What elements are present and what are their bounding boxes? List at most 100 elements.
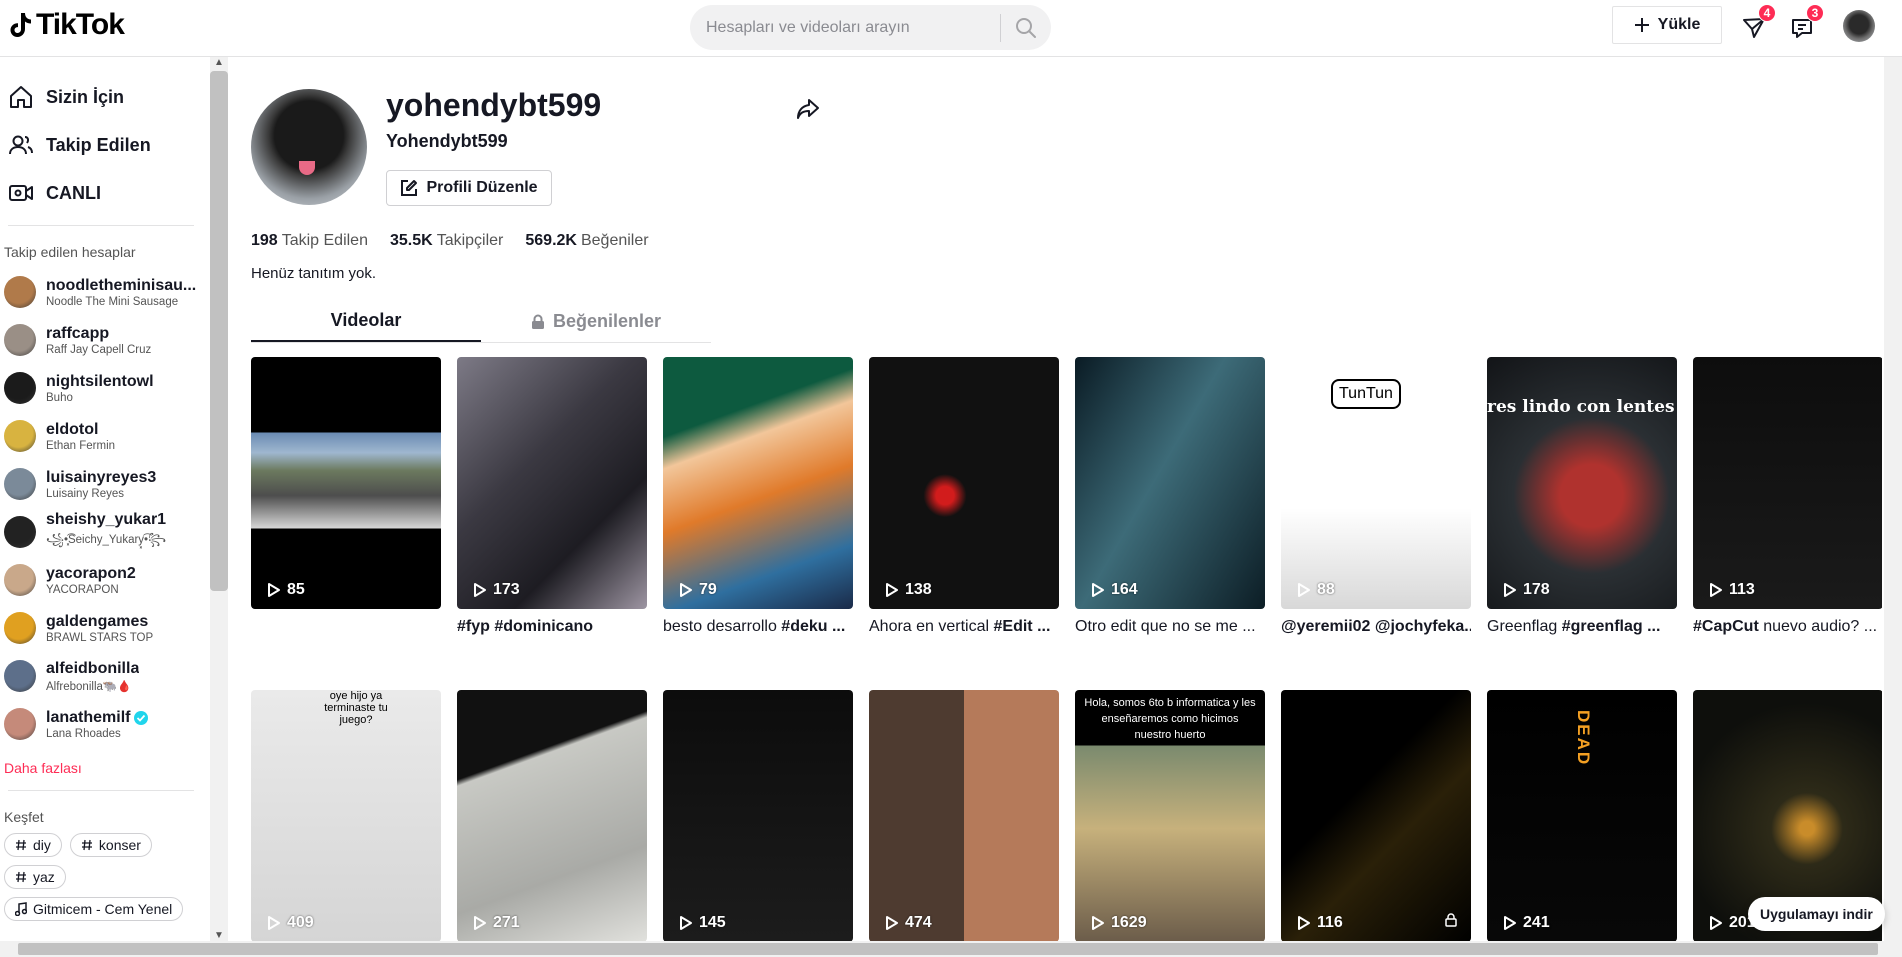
caption-hashtags[interactable]: #deku ...	[781, 618, 845, 635]
video-thumbnail[interactable]: 164	[1075, 357, 1265, 609]
video-caption[interactable]: Greenflag #greenflag ...	[1487, 618, 1677, 638]
following-account-item[interactable]: raffcapp Raff Jay Capell Cruz	[0, 316, 210, 364]
tiktok-logo[interactable]: TikTok	[10, 8, 125, 42]
caption-hashtags[interactable]: @yeremii02 @jochyfeka...	[1281, 618, 1471, 635]
sidebar-scrollbar[interactable]: ▲ ▼	[210, 57, 228, 941]
following-account-item[interactable]: alfeidbonilla Alfrebonilla🐃🩸	[0, 652, 210, 700]
video-thumbnail[interactable]: 145	[663, 690, 853, 941]
video-thumbnail[interactable]: 138	[869, 357, 1059, 609]
search-input[interactable]	[690, 18, 1000, 37]
edit-profile-button[interactable]: Profili Düzenle	[386, 170, 552, 206]
live-icon	[9, 185, 33, 201]
video-thumbnail[interactable]: 173	[457, 357, 647, 609]
video-card[interactable]: 79 besto desarrollo #deku ...	[663, 357, 853, 638]
video-card[interactable]: 474#dúo con ...	[869, 690, 1059, 941]
video-card[interactable]: 113 #CapCut nuevo audio? ...	[1693, 357, 1882, 638]
caption-hashtags[interactable]: #Edit ...	[994, 618, 1051, 635]
horizontal-scrollbar[interactable]	[0, 941, 1902, 957]
account-display-name: ꧁•͓͡Seichy_Yukary͓͡•꧂	[46, 533, 167, 546]
video-caption[interactable]: besto desarrollo #deku ...	[663, 618, 853, 638]
video-thumbnail[interactable]: TunTun 88	[1281, 357, 1471, 609]
video-card[interactable]: 173 #fyp #dominicano	[457, 357, 647, 638]
upload-button[interactable]: Yükle	[1612, 6, 1722, 44]
following-account-item[interactable]: sheishy_yukar1 ꧁•͓͡Seichy_Yukary͓͡•꧂	[0, 508, 210, 556]
avatar-detail	[299, 161, 315, 175]
video-thumbnail[interactable]: res lindo con lentes 178	[1487, 357, 1677, 609]
following-account-item[interactable]: noodletheminisau... Noodle The Mini Sausa…	[0, 268, 210, 316]
share-button[interactable]	[796, 97, 820, 126]
scroll-down-icon[interactable]: ▼	[214, 930, 224, 941]
inbox-button[interactable]: 4	[1738, 4, 1776, 44]
messages-badge: 3	[1806, 4, 1824, 22]
video-card[interactable]: 164 Otro edit que no se me ...	[1075, 357, 1265, 638]
video-caption[interactable]: #CapCut nuevo audio? ...	[1693, 618, 1882, 638]
followers-count[interactable]: 35.5K Takipçiler	[390, 232, 503, 250]
video-thumbnail[interactable]: oye hijo ya terminaste tu juego? 409	[251, 690, 441, 941]
video-caption[interactable]	[251, 618, 441, 638]
plus-icon	[1634, 18, 1649, 32]
sidebar-scroll-thumb[interactable]	[210, 71, 228, 591]
page-scrollbar[interactable]	[1884, 57, 1902, 941]
video-card[interactable]: oye hijo ya terminaste tu juego?409Opine…	[251, 690, 441, 941]
get-app-button[interactable]: Uygulamayı indir	[1748, 897, 1885, 931]
messages-button[interactable]: 3	[1786, 4, 1824, 44]
video-thumbnail[interactable]: 79	[663, 357, 853, 609]
caption-hashtags[interactable]: #greenflag ...	[1562, 618, 1661, 635]
video-caption[interactable]: Ahora en vertical #Edit ...	[869, 618, 1059, 638]
following-count[interactable]: 198 Takip Edilen	[251, 232, 368, 250]
video-card[interactable]: DEAD241#nissan #mitsubishi ...	[1487, 690, 1677, 941]
nav-following[interactable]: Takip Edilen	[0, 121, 210, 169]
hashtag-icon	[16, 839, 26, 851]
following-account-item[interactable]: nightsilentowl Buho	[0, 364, 210, 412]
video-caption[interactable]: @yeremii02 @jochyfeka...	[1281, 618, 1471, 638]
view-count-value: 88	[1317, 581, 1335, 598]
scroll-up-icon[interactable]: ▲	[214, 57, 224, 68]
video-thumbnail[interactable]: 116	[1281, 690, 1471, 941]
video-card[interactable]: TunTun 88 @yeremii02 @jochyfeka...	[1281, 357, 1471, 638]
caption-hashtags[interactable]: #fyp #dominicano	[457, 618, 593, 635]
discover-tags: diy konser yaz Gitmicem - Cem Yenel	[0, 833, 210, 921]
nav-for-you[interactable]: Sizin İçin	[0, 73, 210, 121]
nav-live[interactable]: CANLI	[0, 169, 210, 217]
discover-heading: Keşfet	[4, 809, 44, 825]
caption-hashtags[interactable]: #CapCut	[1693, 618, 1759, 635]
stat-value: 198	[251, 232, 278, 249]
video-thumbnail[interactable]: Hola, somos 6to b informatica y les ense…	[1075, 690, 1265, 941]
horizontal-scroll-thumb[interactable]	[18, 943, 1878, 955]
following-account-item[interactable]: eldotol Ethan Fermin	[0, 412, 210, 460]
video-thumbnail[interactable]: 85	[251, 357, 441, 609]
video-card[interactable]: 271144p a 4k #parati #fyp ...	[457, 690, 647, 941]
tab-videos[interactable]: Videolar	[251, 301, 481, 342]
see-more-link[interactable]: Daha fazlası	[0, 748, 210, 790]
following-account-item[interactable]: galdengames BRAWL STARS TOP	[0, 604, 210, 652]
following-account-item[interactable]: yacorapon2 YACORAPON	[0, 556, 210, 604]
account-text: lanathemilf Lana Rhoades	[46, 709, 149, 740]
discover-tag[interactable]: diy	[4, 833, 62, 857]
following-account-item[interactable]: lanathemilf Lana Rhoades	[0, 700, 210, 748]
following-account-item[interactable]: luisainyreyes3 Luisainy Reyes	[0, 460, 210, 508]
tab-liked[interactable]: Beğenilenler	[481, 301, 711, 342]
account-avatar	[4, 372, 36, 404]
nav-label: Sizin İçin	[46, 86, 125, 107]
video-card[interactable]: Hola, somos 6to b informatica y les ense…	[1075, 690, 1265, 941]
video-thumbnail[interactable]: 113	[1693, 357, 1882, 609]
video-card[interactable]: 85	[251, 357, 441, 638]
video-caption[interactable]: Otro edit que no se me ...	[1075, 618, 1265, 638]
discover-tag[interactable]: konser	[69, 833, 152, 857]
account-display-name: YACORAPON	[46, 583, 119, 596]
video-card[interactable]: 145#CapCut nuevo audio? ...	[663, 690, 853, 941]
account-text: nightsilentowl Buho	[46, 373, 154, 404]
search-button[interactable]	[1001, 5, 1051, 50]
video-caption[interactable]: #fyp #dominicano	[457, 618, 647, 638]
user-avatar[interactable]	[1843, 10, 1875, 42]
view-count-value: 1629	[1111, 914, 1147, 931]
discover-tag[interactable]: Gitmicem - Cem Yenel	[4, 897, 184, 921]
discover-tag[interactable]: yaz	[4, 865, 66, 889]
video-card[interactable]: res lindo con lentes 178 Greenflag #greenf…	[1487, 357, 1677, 638]
video-thumbnail[interactable]: DEAD 241	[1487, 690, 1677, 941]
video-card[interactable]: 138 Ahora en vertical #Edit ...	[869, 357, 1059, 638]
video-thumbnail[interactable]: 271	[457, 690, 647, 941]
video-card[interactable]: 116you ❣#fyp #love	[1281, 690, 1471, 941]
search-bar[interactable]	[690, 5, 1051, 50]
video-thumbnail[interactable]: 474	[869, 690, 1059, 941]
